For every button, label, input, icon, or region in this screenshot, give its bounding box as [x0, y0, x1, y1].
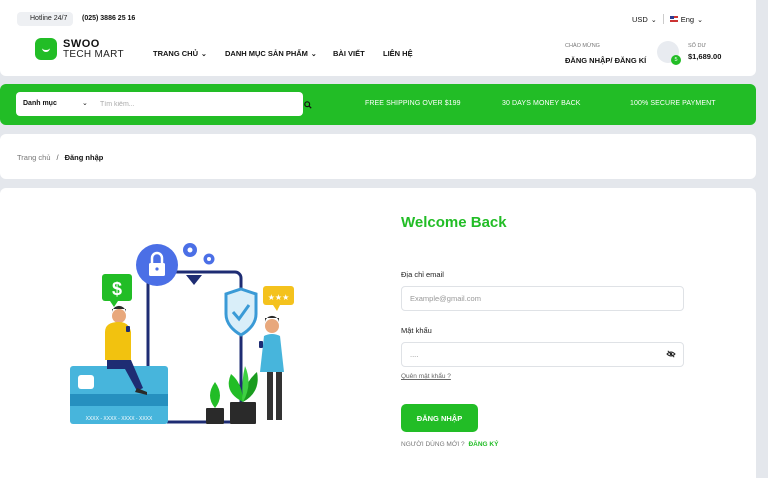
- chevron-down-icon: ⌄: [310, 50, 317, 58]
- password-label: Mật khẩu: [401, 326, 432, 335]
- login-register-link[interactable]: ĐĂNG NHẬP/ ĐĂNG KÍ: [565, 56, 646, 65]
- top-right-settings: USD ⌄ Eng ⌄: [632, 14, 703, 24]
- breadcrumb-card: [0, 134, 756, 179]
- chevron-down-icon[interactable]: ⌄: [82, 99, 88, 107]
- search-input[interactable]: [100, 96, 290, 112]
- security-illustration: $ ★★★ XXXX - XXXX - XXXX - XXXX: [70, 243, 294, 424]
- header: Hotline 24/7 (025) 3886 25 16 USD ⌄ Eng ⌄ …: [0, 0, 756, 76]
- divider: [662, 14, 664, 24]
- greeting-label: CHÀO MỪNG: [565, 43, 600, 49]
- breadcrumb-current: Đăng nhập: [64, 153, 104, 162]
- card-number-text: XXXX - XXXX - XXXX - XXXX: [86, 416, 153, 422]
- nav-item-categories[interactable]: DANH MỤC SẢN PHẨM ⌄: [225, 49, 317, 58]
- promo-secure-payment: 100% SECURE PAYMENT: [630, 100, 716, 107]
- login-button[interactable]: ĐĂNG NHẬP: [401, 404, 478, 432]
- chevron-down-icon: ⌄: [650, 16, 657, 24]
- breadcrumb-separator: /: [56, 153, 59, 162]
- category-select[interactable]: Danh mục: [23, 100, 57, 107]
- forgot-password-link[interactable]: Quên mật khẩu ?: [401, 373, 451, 380]
- us-flag-icon: [669, 15, 678, 22]
- hotline-phone[interactable]: (025) 3886 25 16: [82, 15, 135, 22]
- password-field[interactable]: [401, 342, 684, 367]
- balance-value: $1,689.00: [688, 52, 722, 61]
- register-link[interactable]: ĐĂNG KÝ: [468, 441, 498, 448]
- new-user-text: NGƯỜI DÙNG MỚI ?: [401, 441, 465, 448]
- logo-icon[interactable]: [35, 38, 57, 60]
- promo-shipping: FREE SHIPPING OVER $199: [365, 100, 461, 107]
- language-selector[interactable]: Eng ⌄: [669, 15, 703, 24]
- promo-money-back: 30 DAYS MONEY BACK: [502, 100, 581, 107]
- search-icon[interactable]: [304, 101, 312, 109]
- chevron-down-icon: ⌄: [697, 16, 703, 24]
- email-field[interactable]: [401, 286, 684, 311]
- cart-count-badge: 5: [671, 55, 681, 65]
- balance-label: SỐ DƯ: [688, 43, 707, 49]
- currency-selector[interactable]: USD ⌄: [632, 15, 657, 24]
- svg-text:★★★: ★★★: [268, 293, 290, 302]
- nav-item-home[interactable]: TRANG CHỦ ⌄: [153, 49, 207, 58]
- breadcrumb-home[interactable]: Trang chủ: [17, 153, 51, 162]
- nav-item-blog[interactable]: BÀI VIẾT: [333, 49, 365, 58]
- eye-off-icon[interactable]: [666, 350, 676, 358]
- hotline-badge: Hotline 24/7: [17, 12, 74, 26]
- email-label: Địa chỉ email: [401, 270, 444, 279]
- breadcrumb: Trang chủ / Đăng nhập: [17, 153, 103, 162]
- chevron-down-icon: ⌄: [201, 50, 207, 58]
- new-user-prompt: NGƯỜI DÙNG MỚI ? ĐĂNG KÝ: [401, 441, 498, 448]
- login-title: Welcome Back: [401, 214, 507, 231]
- svg-text:$: $: [112, 279, 122, 299]
- brand-subname[interactable]: TECH MART: [63, 49, 124, 60]
- nav-item-contact[interactable]: LIÊN HỆ: [383, 49, 413, 58]
- search-box: Danh mục ⌄: [16, 92, 303, 116]
